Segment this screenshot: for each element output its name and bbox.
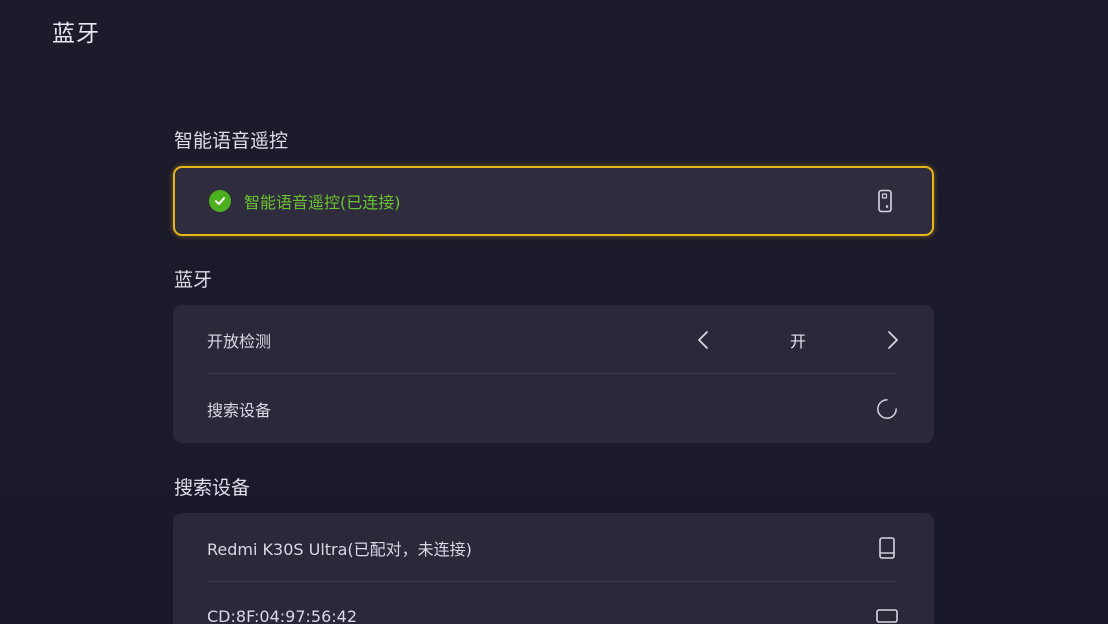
device-item[interactable]: CD:8F:04:97:56:42 xyxy=(207,582,898,624)
search-devices-label: 搜索设备 xyxy=(207,400,272,420)
section-title-search-devices: 搜索设备 xyxy=(174,477,251,499)
chevron-left-icon[interactable] xyxy=(692,329,714,351)
section-title-voice-remote: 智能语音遥控 xyxy=(174,130,289,152)
discoverable-row[interactable]: 开放检测 开 xyxy=(207,305,898,374)
discoverable-selector[interactable]: 开 xyxy=(692,328,904,352)
phone-icon xyxy=(876,536,898,559)
discoverable-label: 开放检测 xyxy=(207,331,272,351)
chevron-right-icon[interactable] xyxy=(882,329,904,351)
loading-spinner-icon xyxy=(876,398,898,420)
bluetooth-card: 开放检测 开 搜索设备 xyxy=(173,305,934,443)
page-title: 蓝牙 xyxy=(52,21,100,47)
check-icon xyxy=(209,190,231,212)
discoverable-value: 开 xyxy=(789,331,806,351)
section-title-bluetooth: 蓝牙 xyxy=(174,269,213,291)
bluetooth-settings-page: 蓝牙 智能语音遥控 智能语音遥控(已连接) 蓝牙 开放检测 开 搜索设备 搜索设… xyxy=(0,0,1108,624)
monitor-icon xyxy=(876,606,898,624)
devices-card: Redmi K30S Ultra(已配对，未连接) CD:8F:04:97:56… xyxy=(173,513,934,624)
device-label: Redmi K30S Ultra(已配对，未连接) xyxy=(207,539,472,559)
voice-remote-label: 智能语音遥控(已连接) xyxy=(244,193,401,212)
remote-icon xyxy=(874,189,896,213)
voice-remote-row: 智能语音遥控(已连接) xyxy=(209,168,896,234)
device-item[interactable]: Redmi K30S Ultra(已配对，未连接) xyxy=(207,513,898,582)
device-label: CD:8F:04:97:56:42 xyxy=(207,607,358,624)
voice-remote-item[interactable]: 智能语音遥控(已连接) xyxy=(173,166,934,236)
search-devices-row[interactable]: 搜索设备 xyxy=(207,374,898,443)
